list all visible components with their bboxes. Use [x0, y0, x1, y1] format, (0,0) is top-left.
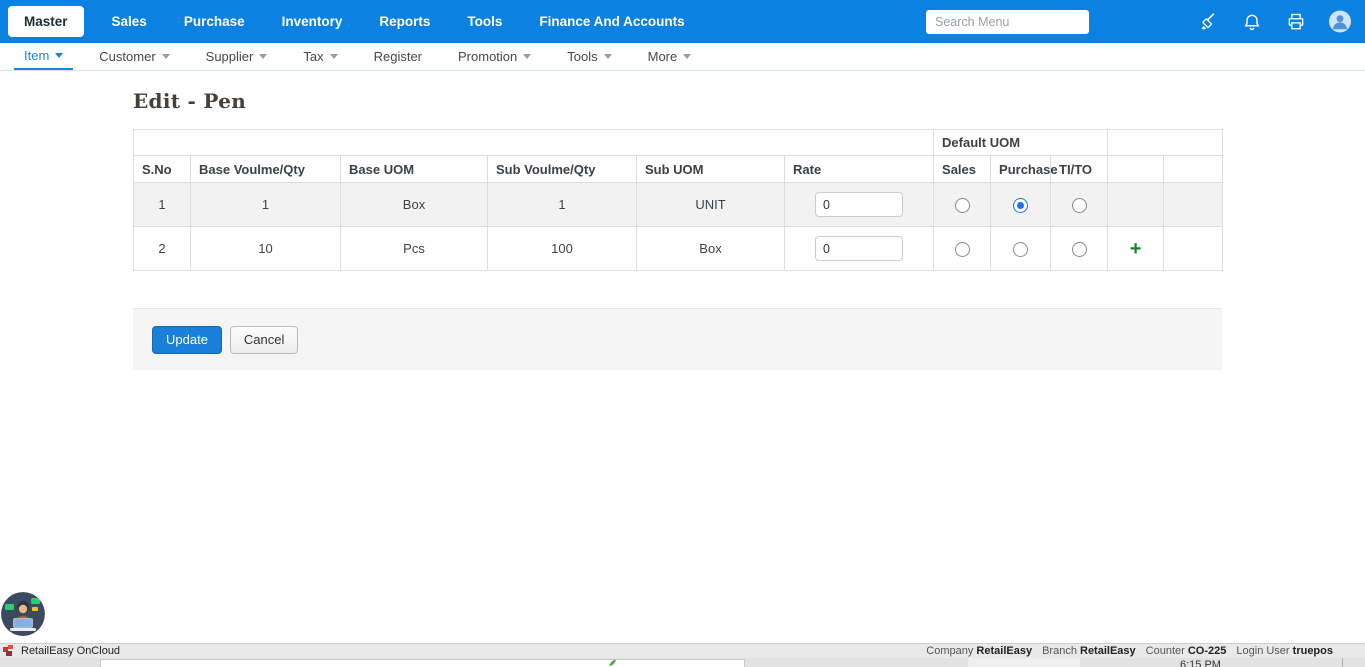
col-rate: Rate — [785, 156, 934, 183]
taskbar-app-icon — [608, 659, 617, 667]
chevron-down-icon — [330, 54, 338, 59]
tito-radio[interactable] — [1072, 198, 1087, 213]
action-strip: Update Cancel — [133, 308, 1222, 370]
chevron-down-icon — [604, 54, 612, 59]
sub-navbar: Item Customer Supplier Tax Register Prom… — [0, 43, 1365, 71]
cell-sub-qty: 1 — [488, 183, 637, 227]
printer-icon[interactable] — [1285, 11, 1307, 33]
tito-radio[interactable] — [1072, 242, 1087, 257]
cell-sno: 1 — [134, 183, 191, 227]
retaileasy-logo-icon — [3, 645, 15, 657]
subnav-customer[interactable]: Customer — [89, 43, 179, 70]
cell-base-qty: 10 — [191, 227, 341, 271]
theme-brush-icon[interactable] — [1197, 11, 1219, 33]
cell-sub-uom: UNIT — [637, 183, 785, 227]
update-button[interactable]: Update — [152, 326, 222, 354]
search-input[interactable] — [926, 10, 1089, 34]
nav-purchase[interactable]: Purchase — [172, 7, 257, 36]
nav-tools[interactable]: Tools — [455, 7, 514, 36]
subnav-promotion[interactable]: Promotion — [448, 43, 541, 70]
cell-sno: 2 — [134, 227, 191, 271]
col-base-uom: Base UOM — [341, 156, 488, 183]
top-navbar: Master Sales Purchase Inventory Reports … — [0, 0, 1365, 43]
col-base-qty: Base Voulme/Qty — [191, 156, 341, 183]
chevron-down-icon — [523, 54, 531, 59]
chevron-down-icon — [683, 54, 691, 59]
cell-base-qty: 1 — [191, 183, 341, 227]
col-sno: S.No — [134, 156, 191, 183]
status-bar: RetailEasy OnCloud Company RetailEasy Br… — [0, 643, 1365, 658]
sales-radio[interactable] — [955, 198, 970, 213]
col-sub-qty: Sub Voulme/Qty — [488, 156, 637, 183]
chevron-down-icon — [55, 53, 63, 58]
login-user-value: truepos — [1293, 645, 1333, 657]
nav-reports[interactable]: Reports — [367, 7, 442, 36]
cell-empty — [1164, 227, 1223, 271]
col-extra — [1164, 156, 1223, 183]
nav-sales[interactable]: Sales — [100, 7, 159, 36]
page-title: Edit - Pen — [133, 89, 1365, 113]
branch-value: RetailEasy — [1080, 645, 1136, 657]
taskbar-search-box[interactable] — [100, 659, 745, 667]
cell-sub-uom: Box — [637, 227, 785, 271]
nav-inventory[interactable]: Inventory — [270, 7, 355, 36]
counter-value: CO-225 — [1188, 645, 1227, 657]
add-row-plus-icon[interactable]: + — [1130, 238, 1142, 260]
table-row: 2 10 Pcs 100 Box + — [134, 227, 1223, 271]
support-chat-widget[interactable] — [1, 592, 45, 636]
default-uom-group-header: Default UOM — [934, 130, 1108, 156]
user-avatar[interactable] — [1329, 11, 1351, 33]
empty-group-cell — [134, 130, 934, 156]
rate-input[interactable] — [815, 236, 903, 261]
cell-base-uom: Box — [341, 183, 488, 227]
cell-empty — [1108, 183, 1164, 227]
chevron-down-icon — [162, 54, 170, 59]
col-add — [1108, 156, 1164, 183]
rate-input[interactable] — [815, 192, 903, 217]
col-sub-uom: Sub UOM — [637, 156, 785, 183]
col-tito: TI/TO — [1051, 156, 1108, 183]
statusbar-app-name: RetailEasy OnCloud — [21, 645, 120, 657]
empty-group-cell — [1108, 130, 1223, 156]
cell-empty — [1164, 183, 1223, 227]
cell-base-uom: Pcs — [341, 227, 488, 271]
windows-taskbar-sliver: 6:15 PM — [0, 658, 1365, 667]
company-value: RetailEasy — [976, 645, 1032, 657]
notification-bell-icon[interactable] — [1241, 11, 1263, 33]
taskbar-clock: 6:15 PM — [1180, 659, 1221, 667]
sales-radio[interactable] — [955, 242, 970, 257]
purchase-radio[interactable] — [1013, 242, 1028, 257]
nav-master[interactable]: Master — [8, 6, 84, 37]
subnav-tools[interactable]: Tools — [557, 43, 621, 70]
nav-finance-accounts[interactable]: Finance And Accounts — [527, 7, 696, 36]
col-sales: Sales — [934, 156, 991, 183]
uom-table: Default UOM S.No Base Voulme/Qty Base UO… — [133, 129, 1223, 271]
statusbar-session-info: Company RetailEasy Branch RetailEasy Cou… — [926, 645, 1333, 657]
cell-sub-qty: 100 — [488, 227, 637, 271]
chevron-down-icon — [259, 54, 267, 59]
taskbar-app-button[interactable] — [968, 658, 1080, 667]
subnav-tax[interactable]: Tax — [293, 43, 347, 70]
purchase-radio[interactable] — [1013, 198, 1028, 213]
subnav-more[interactable]: More — [638, 43, 702, 70]
col-purchase: Purchase — [991, 156, 1051, 183]
taskbar-divider — [1342, 658, 1343, 667]
subnav-item[interactable]: Item — [14, 43, 73, 70]
subnav-supplier[interactable]: Supplier — [196, 43, 278, 70]
subnav-register[interactable]: Register — [364, 43, 432, 70]
table-row: 1 1 Box 1 UNIT — [134, 183, 1223, 227]
cancel-button[interactable]: Cancel — [230, 326, 298, 354]
